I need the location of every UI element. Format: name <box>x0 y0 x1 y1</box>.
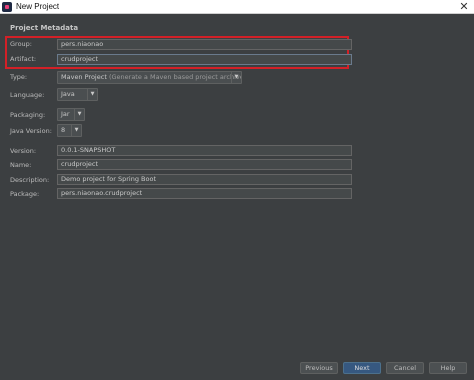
version-field[interactable]: 0.0.1-SNAPSHOT <box>57 145 352 156</box>
type-hint: (Generate a Maven based project archive) <box>108 73 242 81</box>
type-label: Type: <box>10 73 28 81</box>
package-label: Package: <box>10 190 40 198</box>
java-version-select[interactable]: 8 ▼ <box>57 124 82 137</box>
packaging-value: Jar <box>61 110 70 118</box>
chevron-down-icon: ▼ <box>87 89 97 100</box>
language-label: Language: <box>10 91 45 99</box>
language-value: Java <box>61 90 75 98</box>
cancel-button[interactable]: Cancel <box>386 362 424 374</box>
previous-button[interactable]: Previous <box>300 362 338 374</box>
java-version-value: 8 <box>61 126 66 134</box>
name-label: Name: <box>10 161 32 169</box>
language-select[interactable]: Java ▼ <box>57 88 98 101</box>
artifact-label: Artifact: <box>10 55 37 63</box>
chevron-down-icon: ▼ <box>71 125 81 136</box>
type-select[interactable]: Maven Project (Generate a Maven based pr… <box>57 71 242 84</box>
chevron-down-icon: ▼ <box>231 72 241 83</box>
artifact-field[interactable]: crudproject <box>57 54 352 65</box>
close-icon[interactable]: ✕ <box>457 0 471 14</box>
packaging-label: Packaging: <box>10 111 46 119</box>
group-label: Group: <box>10 40 32 48</box>
type-value: Maven Project <box>61 73 107 81</box>
description-field[interactable]: Demo project for Spring Boot <box>57 174 352 185</box>
next-button[interactable]: Next <box>343 362 381 374</box>
version-label: Version: <box>10 147 37 155</box>
packaging-select[interactable]: Jar ▼ <box>57 108 85 121</box>
java-version-label: Java Version: <box>10 127 52 135</box>
group-field[interactable]: pers.niaonao <box>57 39 352 50</box>
app-icon <box>2 2 12 12</box>
title-bar: New Project ✕ <box>0 0 474 14</box>
chevron-down-icon: ▼ <box>74 109 84 120</box>
description-label: Description: <box>10 176 50 184</box>
name-field[interactable]: crudproject <box>57 159 352 170</box>
package-field[interactable]: pers.niaonao.crudproject <box>57 188 352 199</box>
window-title: New Project <box>16 2 60 11</box>
help-button[interactable]: Help <box>429 362 467 374</box>
section-title: Project Metadata <box>10 24 79 32</box>
